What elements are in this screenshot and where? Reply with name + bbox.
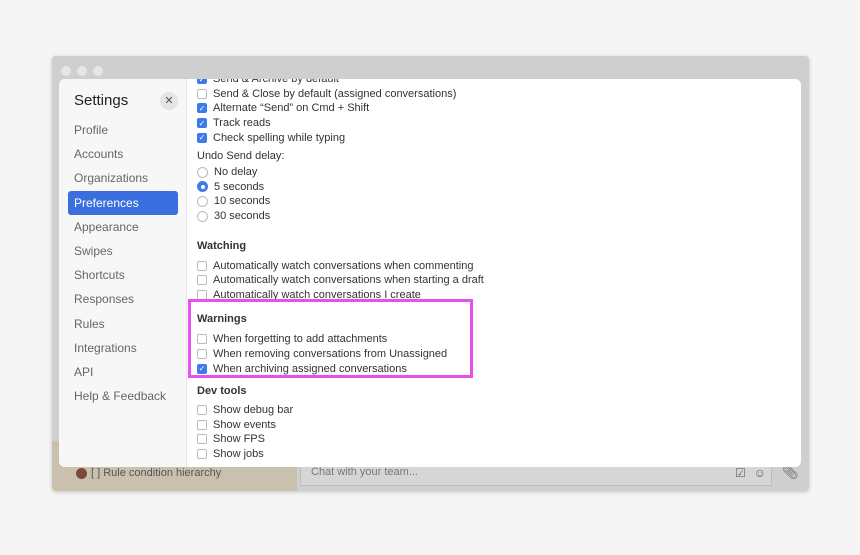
radio-row[interactable]: No delay bbox=[197, 165, 484, 180]
checkbox-label: Automatically watch conversations when s… bbox=[213, 274, 484, 287]
nav-item-rules[interactable]: Rules bbox=[68, 312, 178, 336]
checkbox[interactable] bbox=[197, 419, 207, 430]
radio[interactable] bbox=[197, 166, 208, 178]
checkbox[interactable] bbox=[197, 275, 207, 286]
settings-title: Settings bbox=[74, 92, 129, 109]
nav-item-organizations[interactable]: Organizations bbox=[68, 166, 178, 190]
checkbox-label: Show jobs bbox=[213, 447, 264, 460]
section-heading: Dev tools bbox=[197, 384, 247, 397]
checkbox[interactable]: ✓ bbox=[197, 79, 207, 85]
radio[interactable] bbox=[197, 181, 208, 193]
attachment-icon[interactable]: 📎︎ bbox=[782, 465, 799, 481]
checkbox-label: Send & Archive by default bbox=[213, 79, 339, 86]
emoji-icon[interactable]: ☺ bbox=[754, 466, 766, 480]
nav-item-appearance[interactable]: Appearance bbox=[68, 215, 178, 239]
checkbox[interactable]: ✓ bbox=[197, 103, 207, 114]
radio[interactable] bbox=[197, 210, 208, 222]
nav-item-accounts[interactable]: Accounts bbox=[68, 142, 178, 166]
section-heading: Watching bbox=[197, 240, 247, 253]
nav-item-preferences[interactable]: Preferences bbox=[68, 190, 178, 215]
checkbox-row[interactable]: ✓ Alternate “Send” on Cmd + Shift bbox=[197, 101, 484, 116]
checkbox[interactable] bbox=[197, 405, 207, 416]
checkbox-row[interactable]: Show events bbox=[197, 418, 484, 433]
checkbox[interactable] bbox=[197, 434, 207, 445]
undo-delay-label: Undo Send delay: bbox=[197, 149, 285, 162]
nav-item-help-feedback[interactable]: Help & Feedback bbox=[68, 384, 178, 408]
close-button[interactable]: ✕ bbox=[160, 92, 178, 110]
radio-label: No delay bbox=[214, 166, 258, 179]
radio-label: 30 seconds bbox=[214, 210, 271, 223]
checkbox-label: Track reads bbox=[213, 117, 271, 130]
checkbox[interactable] bbox=[197, 88, 207, 99]
checkbox-row[interactable]: Show debug bar bbox=[197, 403, 484, 418]
radio-row[interactable]: 10 seconds bbox=[197, 194, 484, 209]
nav-item-profile[interactable]: Profile bbox=[68, 118, 178, 142]
radio-row[interactable]: 30 seconds bbox=[197, 209, 484, 224]
checkbox-label: Show debug bar bbox=[213, 404, 294, 417]
checkbox-row[interactable]: Automatically watch conversations when s… bbox=[197, 273, 484, 288]
nav-item-swipes[interactable]: Swipes bbox=[68, 239, 178, 263]
settings-nav: Profile Accounts Organizations Preferences A… bbox=[68, 118, 178, 408]
settings-sidebar: Settings ✕ Profile Accounts Organizations P… bbox=[59, 79, 187, 467]
checkbox-row[interactable]: ✓ Send & Archive by default bbox=[197, 79, 484, 87]
radio-label: 10 seconds bbox=[214, 195, 271, 208]
preferences-panel: ✓ Send & Archive by default Send & Close b… bbox=[197, 79, 484, 461]
checkbox[interactable]: ✓ bbox=[197, 132, 207, 143]
avatar bbox=[76, 467, 87, 479]
checkbox-row[interactable]: ✓ Track reads bbox=[197, 116, 484, 131]
conversation-item[interactable]: [ ] Rule condition hierarchy bbox=[76, 467, 221, 479]
radio-row[interactable]: 5 seconds bbox=[197, 180, 484, 195]
checkbox-label: Show events bbox=[213, 418, 276, 431]
settings-modal: Settings ✕ Profile Accounts Organizations P… bbox=[59, 79, 801, 467]
checkbox-icon[interactable]: ☑ bbox=[735, 466, 746, 480]
conversation-title: [ ] Rule condition hierarchy bbox=[91, 467, 222, 479]
radio-label: 5 seconds bbox=[214, 180, 265, 193]
window-controls[interactable] bbox=[61, 66, 103, 76]
checkbox-row[interactable]: ✓ Check spelling while typing bbox=[197, 130, 484, 145]
checkbox-label: Check spelling while typing bbox=[213, 131, 346, 144]
checkbox[interactable]: ✓ bbox=[197, 118, 207, 129]
checkbox-row[interactable]: Automatically watch conversations when c… bbox=[197, 258, 484, 273]
radio[interactable] bbox=[197, 195, 208, 207]
checkbox-label: Show FPS bbox=[213, 433, 265, 446]
checkbox[interactable] bbox=[197, 260, 207, 271]
checkbox-row[interactable]: Show jobs bbox=[197, 447, 484, 462]
checkbox-label: Alternate “Send” on Cmd + Shift bbox=[213, 102, 370, 115]
checkbox[interactable] bbox=[197, 448, 207, 459]
checkbox-row[interactable]: Send & Close by default (assigned conver… bbox=[197, 87, 484, 102]
nav-item-integrations[interactable]: Integrations bbox=[68, 336, 178, 360]
checkbox-row[interactable]: Show FPS bbox=[197, 432, 484, 447]
checkbox-label: Automatically watch conversations when c… bbox=[213, 259, 474, 272]
warnings-highlight bbox=[188, 299, 473, 378]
nav-item-api[interactable]: API bbox=[68, 360, 178, 384]
nav-item-shortcuts[interactable]: Shortcuts bbox=[68, 263, 178, 287]
nav-item-responses[interactable]: Responses bbox=[68, 287, 178, 311]
checkbox-label: Send & Close by default (assigned conver… bbox=[213, 87, 457, 100]
